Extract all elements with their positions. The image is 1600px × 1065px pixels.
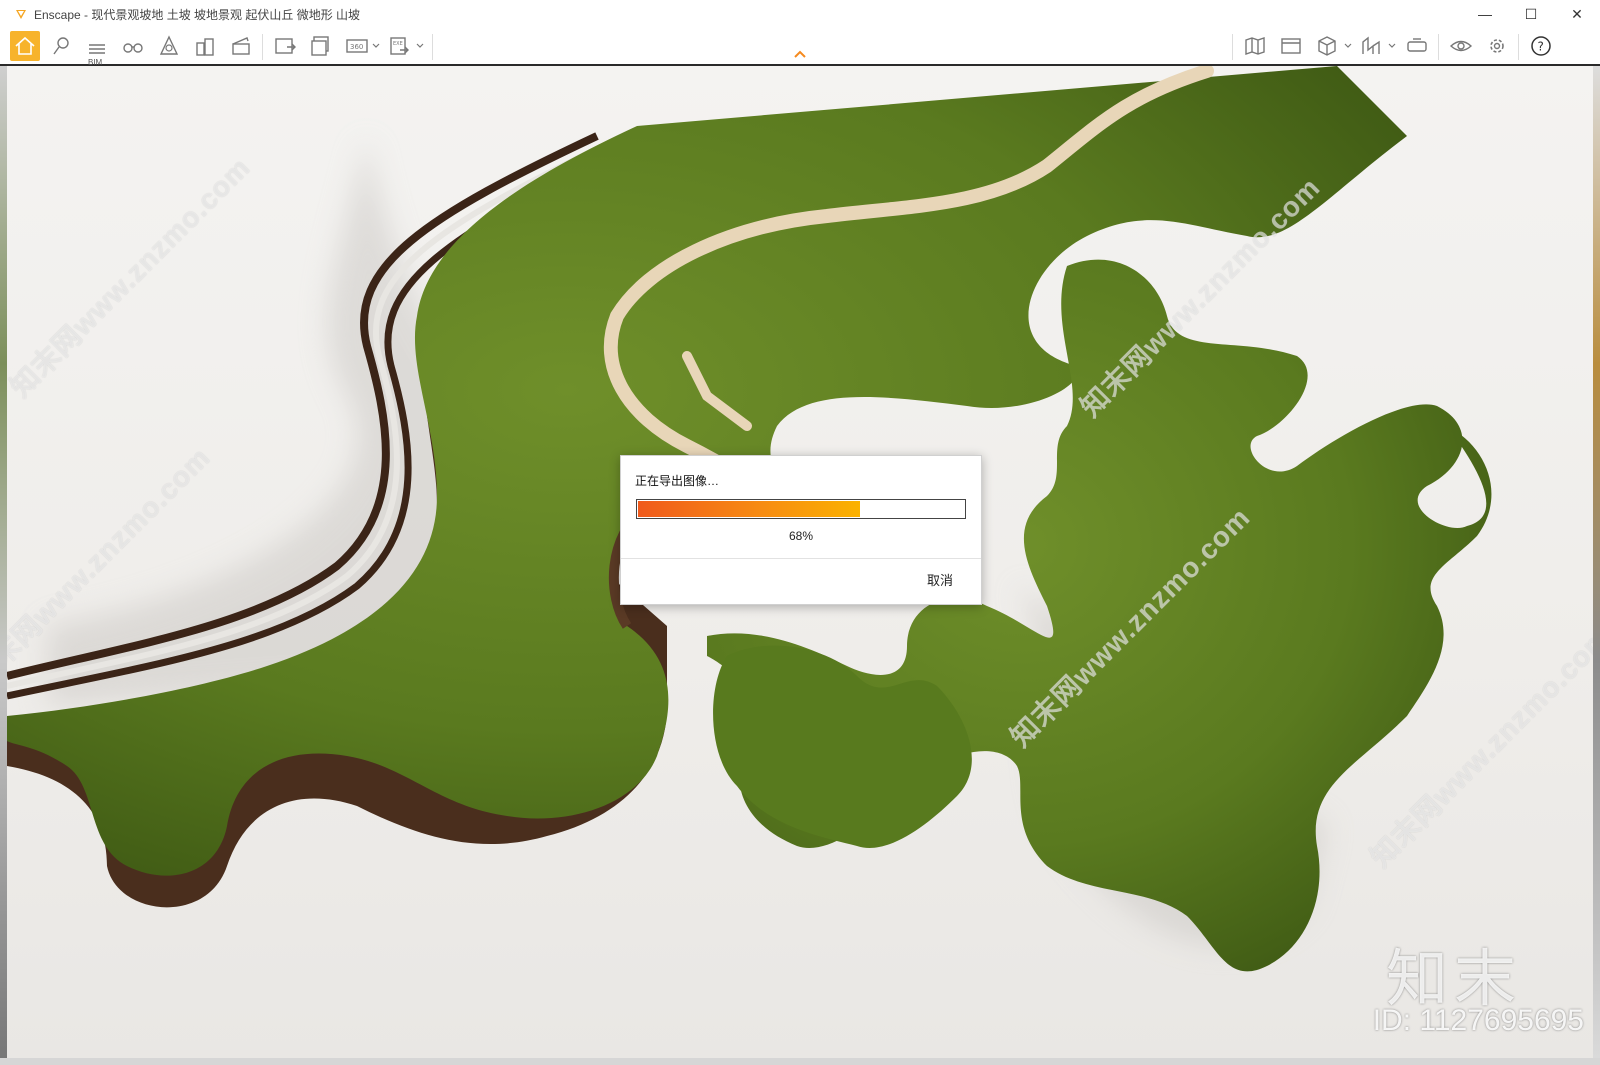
minimize-button[interactable]: —: [1462, 0, 1508, 28]
map-icon[interactable]: [1240, 31, 1270, 61]
svg-text:?: ?: [1538, 40, 1544, 54]
enscape-logo-icon: [16, 10, 26, 19]
batch-export-icon[interactable]: [306, 31, 336, 61]
toolbar: BIM 360 EXE ?: [0, 28, 1600, 67]
eye-icon[interactable]: [1446, 31, 1476, 61]
panorama-360-icon[interactable]: 360: [342, 31, 372, 61]
gear-icon[interactable]: [1482, 31, 1512, 61]
asset-library-icon[interactable]: [1276, 31, 1306, 61]
help-icon[interactable]: ?: [1526, 31, 1556, 61]
dialog-divider: [621, 558, 981, 559]
home-icon[interactable]: [10, 31, 40, 61]
buildings-icon[interactable]: [190, 31, 220, 61]
vr-headset-icon[interactable]: [1402, 31, 1432, 61]
status-bar: [0, 1058, 1600, 1065]
light-icon[interactable]: [154, 31, 184, 61]
bim-list-icon[interactable]: [82, 31, 112, 61]
maximize-button[interactable]: ☐: [1508, 0, 1554, 28]
binoculars-icon[interactable]: [118, 31, 148, 61]
cube-icon[interactable]: [1312, 31, 1342, 61]
dialog-title: 正在导出图像…: [635, 474, 720, 488]
clapper-icon[interactable]: [226, 31, 256, 61]
progress-percentage: 68%: [788, 529, 814, 543]
background-window-edge: [1593, 66, 1600, 1058]
chevron-down-icon[interactable]: [1388, 42, 1396, 50]
chevron-down-icon[interactable]: [372, 42, 380, 50]
progress-bar-fill: [638, 501, 860, 517]
image-id-watermark: ID: 1127695695: [1372, 1004, 1584, 1037]
svg-text:360: 360: [350, 43, 363, 51]
cancel-button[interactable]: 取消: [927, 570, 953, 589]
window-title: Enscape - 现代景观坡地 土坡 坡地景观 起伏山丘 微地形 山坡: [34, 7, 361, 22]
map-pin-icon[interactable]: [46, 31, 76, 61]
close-button[interactable]: ✕: [1554, 0, 1600, 28]
export-exe-icon[interactable]: EXE: [384, 31, 414, 61]
background-window-edge: [0, 66, 7, 1058]
chevron-down-icon[interactable]: [1344, 42, 1352, 50]
title-bar: Enscape - 现代景观坡地 土坡 坡地景观 起伏山丘 微地形 山坡 — ☐…: [0, 0, 1600, 29]
section-icon[interactable]: [1356, 31, 1386, 61]
collapse-toolbar-chevron-icon[interactable]: [792, 48, 808, 60]
chevron-down-icon[interactable]: [416, 42, 424, 50]
export-progress-dialog: 正在导出图像… 68% 取消: [620, 455, 982, 605]
export-image-icon[interactable]: [270, 31, 300, 61]
progress-bar: [636, 499, 966, 519]
svg-text:EXE: EXE: [393, 41, 403, 47]
